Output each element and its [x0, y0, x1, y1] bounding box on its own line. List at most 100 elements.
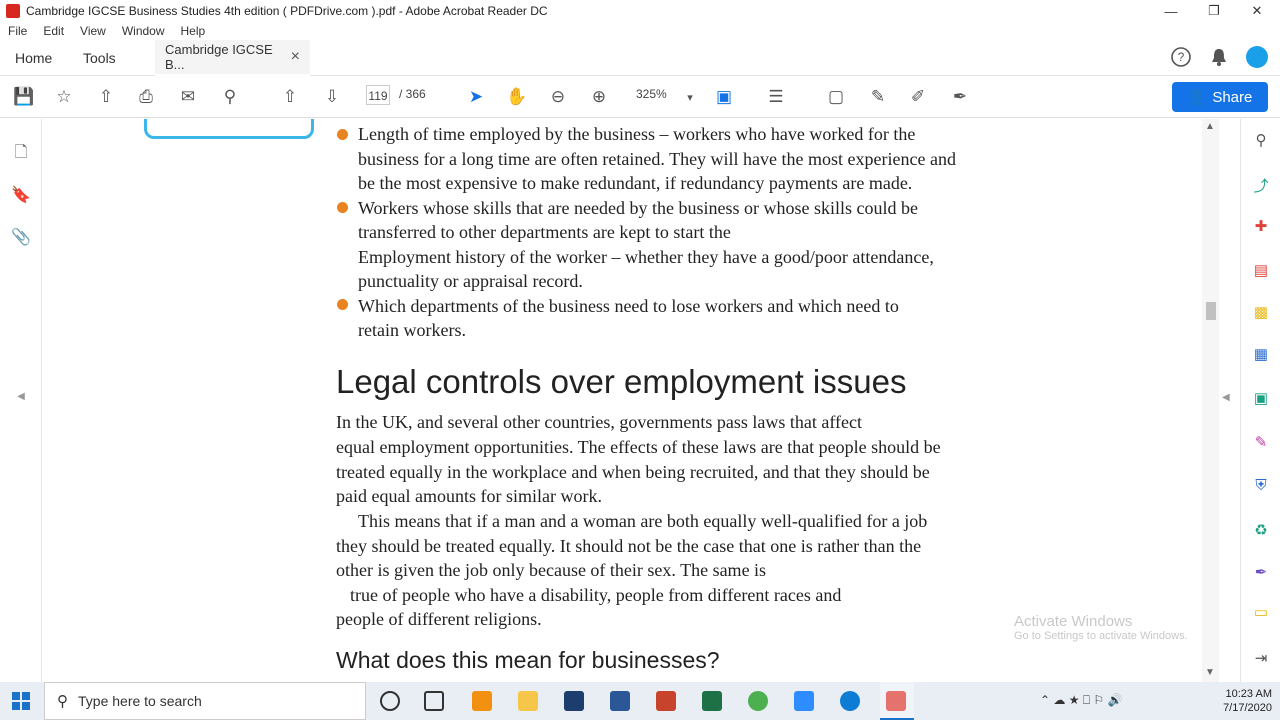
help-icon[interactable]: ?	[1170, 46, 1192, 68]
paragraph-line: This means that if a man and a woman are…	[358, 511, 928, 531]
bullet-text-line: business for a long time are often retai…	[358, 149, 956, 169]
svg-text:?: ?	[1178, 50, 1185, 64]
chrome-icon[interactable]	[748, 691, 768, 711]
combine-files-icon[interactable]: ▦	[1251, 345, 1271, 365]
sub-heading: What does this mean for businesses?	[336, 647, 720, 673]
tab-home[interactable]: Home	[15, 40, 52, 76]
tab-tools[interactable]: Tools	[83, 40, 116, 76]
scroll-mode-icon[interactable]: ☰	[764, 85, 788, 109]
scrollbar-thumb[interactable]	[1206, 302, 1216, 320]
highlight-pen-icon[interactable]: ✎	[866, 85, 890, 109]
menu-edit[interactable]: Edit	[43, 24, 64, 38]
bullet-text-line: Which departments of the business need t…	[358, 296, 899, 316]
paragraph-line: people of different religions.	[336, 609, 542, 629]
select-cursor-icon[interactable]: ➤	[464, 85, 488, 109]
hand-tool-icon[interactable]: ✋	[505, 85, 529, 109]
left-navigation-rail: 🗋 🔖 📎 ◀	[0, 119, 42, 682]
bullet-marker	[337, 129, 348, 140]
bookmark-star-icon[interactable]: ☆	[52, 85, 76, 109]
comment-icon[interactable]: ▢	[824, 85, 848, 109]
email-icon[interactable]: ✉	[176, 85, 200, 109]
zoom-in-icon[interactable]: ⊕	[587, 85, 611, 109]
menu-view[interactable]: View	[80, 24, 106, 38]
excel-icon[interactable]	[702, 691, 722, 711]
sign-icon[interactable]: ✒	[948, 85, 972, 109]
windows-taskbar: ⚲ Type here to search ⌃ ☁ ★ ⎕ ⚐ 🔊 10:23 …	[0, 682, 1280, 720]
word-icon[interactable]	[610, 691, 630, 711]
task-view-icon[interactable]	[424, 691, 444, 711]
paragraph-line: paid equal amounts for similar work.	[336, 486, 602, 506]
windows-start-icon[interactable]	[12, 692, 30, 710]
upload-cloud-icon[interactable]: ⇧	[94, 85, 118, 109]
bookmarks-icon[interactable]: 🔖	[11, 185, 31, 205]
zoom-out-icon[interactable]: ⊖	[546, 85, 570, 109]
page-number-input[interactable]: 119	[366, 85, 390, 105]
fit-page-icon[interactable]: ▣	[712, 85, 736, 109]
clock[interactable]: 10:23 AM 7/17/2020	[1223, 687, 1272, 715]
document-view[interactable]: Length of time employed by the business …	[42, 119, 1202, 682]
menu-window[interactable]: Window	[122, 24, 165, 38]
restore-button[interactable]: ❐	[1192, 0, 1236, 22]
menu-bar: File Edit View Window Help	[0, 22, 1280, 40]
powerpoint-icon[interactable]	[656, 691, 676, 711]
zoom-level[interactable]: 325%	[636, 87, 667, 101]
protect-shield-icon[interactable]: ⛨	[1251, 477, 1271, 497]
previous-page-icon[interactable]: ⇧	[278, 85, 302, 109]
next-page-icon[interactable]: ⇩	[320, 85, 344, 109]
print-icon[interactable]: ⎙	[134, 85, 158, 109]
tab-document[interactable]: Cambridge IGCSE B... ×	[155, 40, 310, 76]
save-icon[interactable]: 💾	[12, 85, 36, 109]
paragraph-line: other is given the job only because of t…	[336, 560, 767, 580]
search-icon[interactable]: ⚲	[218, 85, 242, 109]
scroll-down-arrow-icon[interactable]: ▼	[1205, 667, 1215, 678]
zoom-app-icon[interactable]	[794, 691, 814, 711]
system-tray-icons[interactable]: ⌃ ☁ ★ ⎕ ⚐ 🔊	[1040, 693, 1122, 708]
tab-bar: Home Tools Cambridge IGCSE B... × ?	[0, 40, 1280, 76]
page-total: / 366	[399, 87, 426, 101]
share-button[interactable]: 👤 Share	[1172, 82, 1268, 112]
tab-document-label: Cambridge IGCSE B...	[165, 42, 273, 72]
window-title: Cambridge IGCSE Business Studies 4th edi…	[26, 4, 548, 18]
export-pdf-icon[interactable]: ⤴	[1251, 175, 1271, 195]
notifications-bell-icon[interactable]	[1208, 46, 1230, 68]
edge-icon[interactable]	[840, 691, 860, 711]
bullet-text-line: Length of time employed by the business …	[358, 124, 916, 144]
stamp-icon[interactable]: ▭	[1251, 603, 1271, 623]
send-for-review-icon[interactable]: ♻	[1251, 521, 1271, 541]
zoom-dropdown-chevron-icon[interactable]: ▾	[678, 85, 702, 109]
collapse-tools-icon[interactable]: ⇥	[1251, 649, 1271, 669]
taskbar-search-box[interactable]: ⚲ Type here to search	[44, 682, 366, 720]
close-tab-icon[interactable]: ×	[291, 48, 300, 66]
organize-pages-icon[interactable]: ▤	[1251, 261, 1271, 281]
illustrator-icon[interactable]	[472, 691, 492, 711]
paragraph-line: they should be treated equally. It shoul…	[336, 536, 922, 556]
minimize-button[interactable]: —	[1149, 0, 1193, 22]
watermark-subtitle: Go to Settings to activate Windows.	[1014, 630, 1188, 642]
taskbar-search-icon: ⚲	[57, 693, 68, 710]
menu-file[interactable]: File	[8, 24, 27, 38]
taskbar-search-placeholder: Type here to search	[78, 693, 202, 709]
title-bar: Cambridge IGCSE Business Studies 4th edi…	[0, 0, 1280, 22]
share-person-icon: 👤	[1187, 89, 1207, 106]
more-tools-icon[interactable]: ✒	[1251, 563, 1271, 583]
scroll-up-arrow-icon[interactable]: ▲	[1205, 121, 1215, 132]
zoom-search-icon[interactable]: ⚲	[1251, 131, 1271, 151]
vertical-scrollbar[interactable]: ▲ ▼	[1202, 119, 1219, 682]
menu-help[interactable]: Help	[181, 24, 206, 38]
compress-pdf-icon[interactable]: ▣	[1251, 389, 1271, 409]
collapse-left-panel-icon[interactable]: ◀	[11, 391, 31, 411]
bullet-text-line: punctuality or appraisal record.	[358, 271, 583, 291]
attachments-paperclip-icon[interactable]: 📎	[11, 227, 31, 247]
user-avatar[interactable]	[1246, 46, 1268, 68]
clock-date: 7/17/2020	[1223, 702, 1272, 714]
photoshop-icon[interactable]	[564, 691, 584, 711]
draw-icon[interactable]: ✐	[906, 85, 930, 109]
close-window-button[interactable]: ✕	[1235, 0, 1279, 22]
comment-tool-icon[interactable]: ▩	[1251, 303, 1271, 323]
create-pdf-icon[interactable]: ✚	[1251, 217, 1271, 237]
collapse-right-panel-icon[interactable]: ◀	[1222, 392, 1230, 403]
file-explorer-icon[interactable]	[518, 691, 538, 711]
cortana-icon[interactable]	[380, 691, 400, 711]
page-thumbnails-icon[interactable]: 🗋	[11, 141, 31, 161]
fill-sign-icon[interactable]: ✎	[1251, 433, 1271, 453]
